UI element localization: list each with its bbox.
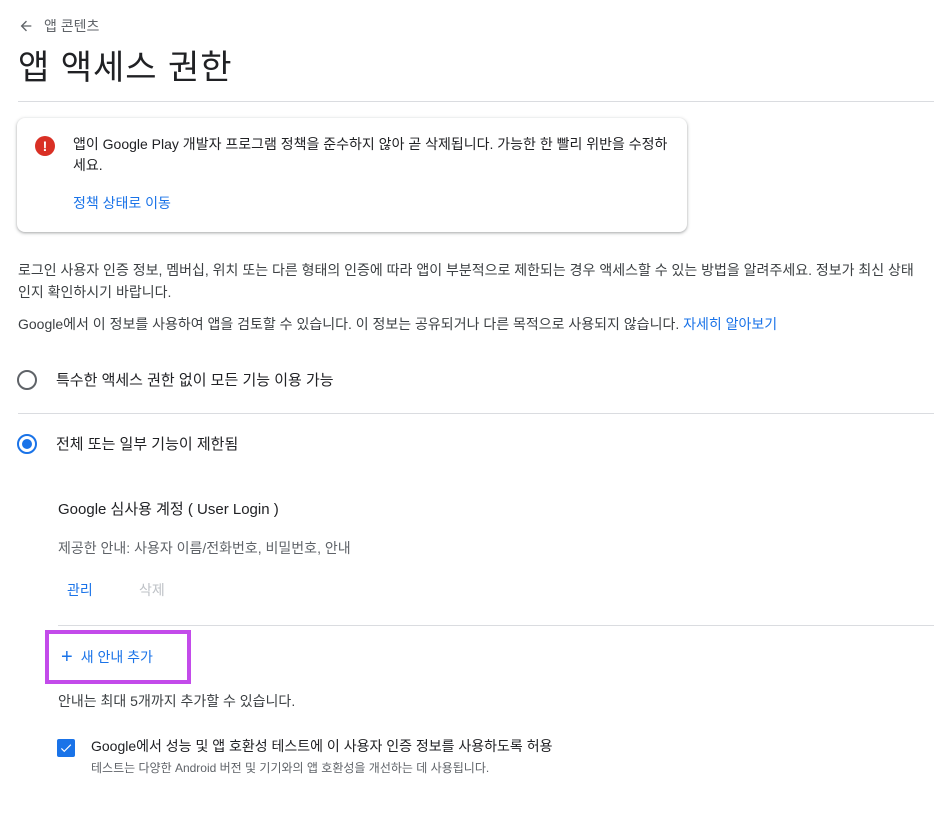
error-icon: ! (35, 136, 55, 156)
consent-checkbox[interactable] (57, 739, 75, 757)
back-link[interactable]: 앱 콘텐츠 (18, 16, 99, 36)
breadcrumb-label: 앱 콘텐츠 (44, 18, 100, 34)
consent-label: Google에서 성능 및 앱 호환성 테스트에 이 사용자 인증 정보를 사용… (91, 738, 553, 754)
consent-sublabel: 테스트는 다양한 Android 버전 및 기기와의 앱 호환성을 개선하는 데… (91, 761, 490, 775)
page-title: 앱 액세스 권한 (18, 49, 233, 87)
learn-more-link[interactable]: 자세히 알아보기 (683, 316, 777, 332)
add-instruction-label: 새 안내 추가 (80, 649, 153, 665)
divider (58, 625, 934, 626)
option-label: 전체 또는 일부 기능이 제한됨 (56, 436, 239, 453)
divider (18, 101, 934, 102)
option-label: 특수한 액세스 권한 없이 모든 기능 이용 가능 (56, 372, 334, 389)
manage-button[interactable]: 관리 (67, 580, 93, 600)
option-all-available[interactable]: 특수한 액세스 권한 없이 모든 기능 이용 가능 (17, 369, 334, 390)
radio-checked[interactable] (17, 433, 37, 454)
policy-alert-card: ! 앱이 Google Play 개발자 프로그램 정책을 준수하지 않아 곧 … (17, 118, 687, 232)
check-icon (60, 744, 72, 753)
add-instruction-button[interactable]: + 새 안내 추가 (45, 630, 191, 684)
usage-description: Google에서 이 정보를 사용하여 앱을 검토할 수 있습니다. 이 정보는… (18, 313, 918, 335)
policy-status-link[interactable]: 정책 상태로 이동 (73, 193, 171, 213)
usage-description-text: Google에서 이 정보를 사용하여 앱을 검토할 수 있습니다. 이 정보는… (18, 316, 680, 332)
option-restricted[interactable]: 전체 또는 일부 기능이 제한됨 (17, 433, 238, 454)
arrow-back-icon (20, 20, 32, 32)
radio-unchecked[interactable] (17, 369, 37, 390)
access-description: 로그인 사용자 인증 정보, 멤버십, 위치 또는 다른 형태의 인증에 따라 … (18, 262, 914, 300)
divider (18, 413, 934, 414)
alert-message: 앱이 Google Play 개발자 프로그램 정책을 준수하지 않아 곧 삭제… (73, 136, 668, 173)
instruction-limit-note: 안내는 최대 5개까지 추가할 수 있습니다. (58, 693, 296, 709)
instruction-title: Google 심사용 계정 ( User Login ) (58, 501, 279, 518)
delete-button[interactable]: 삭제 (139, 580, 165, 600)
plus-icon: + (61, 646, 73, 668)
instruction-info: 제공한 안내: 사용자 이름/전화번호, 비밀번호, 안내 (58, 540, 351, 556)
